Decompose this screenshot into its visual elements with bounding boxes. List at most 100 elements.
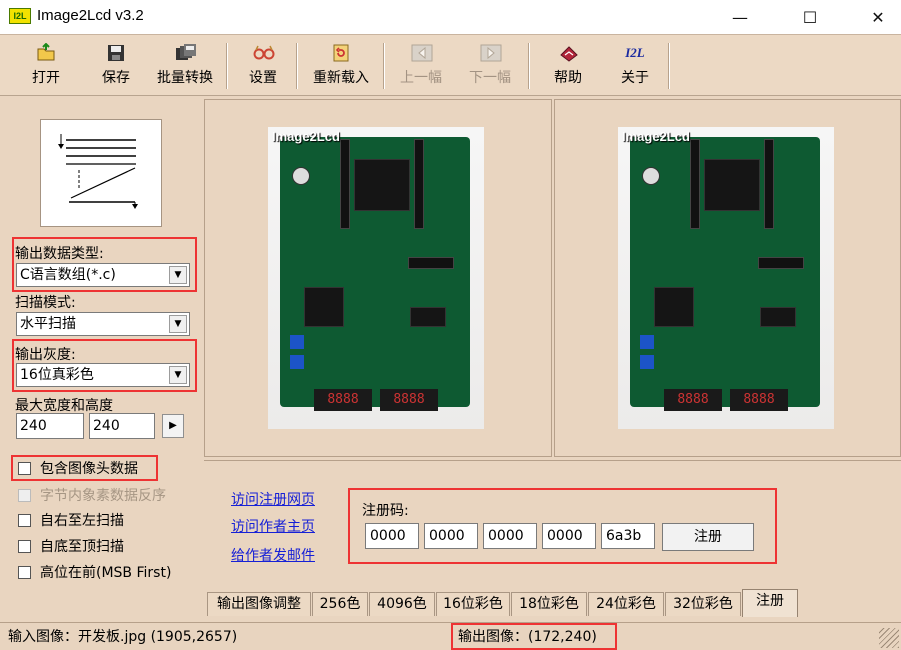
- register-code-field-2[interactable]: 0000: [424, 523, 478, 549]
- toolbar-separator: [668, 43, 670, 89]
- bottom-to-top-label: 自底至顶扫描: [40, 539, 124, 555]
- previous-image-button[interactable]: 上一幅: [393, 43, 449, 89]
- toolbar-separator: [296, 43, 298, 89]
- batch-convert-button[interactable]: 批量转换: [152, 43, 218, 89]
- seven-segment-display: 8888: [314, 389, 372, 411]
- reverse-bits-checkbox: 字节内象素数据反序: [18, 485, 166, 505]
- reload-button[interactable]: 重新载入: [307, 43, 375, 89]
- pcb-board: 8888 8888: [630, 137, 820, 411]
- about-button[interactable]: I2L 关于: [612, 43, 658, 89]
- toolbar-separator: [226, 43, 228, 89]
- app-icon: I2L: [9, 8, 31, 24]
- output-image-panel[interactable]: 8888 8888 Image2Lcd: [554, 99, 901, 457]
- toolbar: 打开 保存 批量转换 设置 重新载入 上一幅 下一幅 帮助 I2L 关于: [0, 34, 901, 96]
- bottom-to-top-checkbox[interactable]: 自底至顶扫描: [18, 536, 124, 556]
- register-tab-panel: 访问注册网页 访问作者主页 给作者发邮件 注册码: 0000 0000 0000…: [204, 460, 901, 590]
- pcb-board: 8888 8888: [280, 137, 470, 411]
- chip: [654, 287, 694, 327]
- chip: [410, 307, 446, 327]
- resize-grip[interactable]: [879, 628, 899, 648]
- output-image-overlay-text: Image2Lcd: [622, 129, 690, 144]
- maximize-button[interactable]: ☐: [787, 0, 833, 34]
- pin-header: [764, 139, 774, 229]
- minimize-button[interactable]: —: [717, 0, 763, 34]
- chevron-down-icon[interactable]: ▼: [169, 315, 187, 333]
- register-code-field-1[interactable]: 0000: [365, 523, 419, 549]
- batch-convert-label: 批量转换: [157, 70, 213, 86]
- scan-mode-label: 扫描模式:: [15, 295, 76, 311]
- toolbar-separator: [528, 43, 530, 89]
- tab-register[interactable]: 注册: [742, 589, 798, 617]
- input-image-status: 输入图像：开发板.jpg (1905,2657): [8, 629, 238, 645]
- register-button[interactable]: 注册: [662, 523, 754, 551]
- pin-header: [414, 139, 424, 229]
- close-button[interactable]: ✕: [855, 0, 901, 34]
- scan-mode-select[interactable]: 水平扫描 ▼: [16, 312, 190, 336]
- highlight-output-type: [12, 237, 197, 292]
- next-arrow-icon: [480, 43, 502, 63]
- open-folder-icon: [36, 42, 56, 63]
- tab-4096-color[interactable]: 4096色: [369, 592, 435, 616]
- register-code-field-3[interactable]: 0000: [483, 523, 537, 549]
- help-label: 帮助: [554, 70, 582, 86]
- msb-first-checkbox[interactable]: 高位在前(MSB First): [18, 562, 171, 582]
- msb-first-label: 高位在前(MSB First): [40, 565, 172, 581]
- visit-author-homepage-link[interactable]: 访问作者主页: [231, 516, 315, 536]
- tab-32bit-color[interactable]: 32位彩色: [665, 592, 741, 616]
- checkbox-box[interactable]: [18, 539, 31, 553]
- input-image-panel[interactable]: 8888 8888 Image2Lcd: [204, 99, 552, 457]
- register-code-label: 注册码:: [362, 503, 409, 519]
- register-code-field-5[interactable]: 6a3b: [601, 523, 655, 549]
- max-width-input[interactable]: 240: [16, 413, 84, 439]
- apply-size-button[interactable]: ▶: [162, 414, 184, 438]
- mcu-chip: [704, 159, 760, 211]
- visit-register-page-link[interactable]: 访问注册网页: [231, 489, 315, 509]
- reverse-bits-label: 字节内象素数据反序: [40, 488, 166, 504]
- seven-segment-display: 8888: [730, 389, 788, 411]
- pin-header: [758, 257, 804, 269]
- right-to-left-checkbox[interactable]: 自右至左扫描: [18, 510, 124, 530]
- batch-convert-icon: [175, 43, 196, 63]
- window-title: Image2Lcd v3.2: [37, 7, 144, 24]
- seven-segment-display: 8888: [664, 389, 722, 411]
- about-label: 关于: [621, 70, 649, 86]
- right-to-left-label: 自右至左扫描: [40, 513, 124, 529]
- tab-output-adjust[interactable]: 输出图像调整: [207, 592, 311, 616]
- checkbox-box[interactable]: [18, 565, 31, 579]
- reload-label: 重新载入: [313, 70, 369, 86]
- email-author-link[interactable]: 给作者发邮件: [231, 545, 315, 565]
- pin-header: [690, 139, 700, 229]
- output-image: 8888 8888 Image2Lcd: [618, 127, 834, 429]
- help-book-icon: [558, 43, 578, 63]
- max-height-input[interactable]: 240: [89, 413, 155, 439]
- potentiometer: [640, 335, 654, 349]
- settings-label: 设置: [249, 70, 277, 86]
- scan-mode-diagram: [40, 119, 162, 227]
- status-bar: 输入图像：开发板.jpg (1905,2657) 输出图像：(172,240): [0, 622, 901, 650]
- previous-image-label: 上一幅: [400, 70, 442, 86]
- battery: [292, 167, 310, 185]
- tab-16bit-color[interactable]: 16位彩色: [436, 592, 510, 616]
- potentiometer: [640, 355, 654, 369]
- open-button[interactable]: 打开: [20, 42, 72, 89]
- mcu-chip: [354, 159, 410, 211]
- register-code-field-4[interactable]: 0000: [542, 523, 596, 549]
- pin-header: [408, 257, 454, 269]
- reload-icon: [331, 43, 351, 63]
- chip: [304, 287, 344, 327]
- pin-header: [340, 139, 350, 229]
- max-size-label: 最大宽度和高度: [15, 398, 113, 414]
- save-button[interactable]: 保存: [90, 43, 142, 89]
- tab-18bit-color[interactable]: 18位彩色: [511, 592, 587, 616]
- next-image-label: 下一幅: [469, 70, 511, 86]
- highlight-output-status: [451, 623, 617, 650]
- seven-segment-display: 8888: [380, 389, 438, 411]
- checkbox-box[interactable]: [18, 513, 31, 527]
- previous-arrow-icon: [411, 43, 433, 63]
- help-button[interactable]: 帮助: [545, 43, 591, 89]
- input-image: 8888 8888 Image2Lcd: [268, 127, 484, 429]
- tab-256-color[interactable]: 256色: [312, 592, 368, 616]
- tab-24bit-color[interactable]: 24位彩色: [588, 592, 664, 616]
- next-image-button[interactable]: 下一幅: [462, 43, 518, 89]
- settings-button[interactable]: 设置: [240, 43, 286, 89]
